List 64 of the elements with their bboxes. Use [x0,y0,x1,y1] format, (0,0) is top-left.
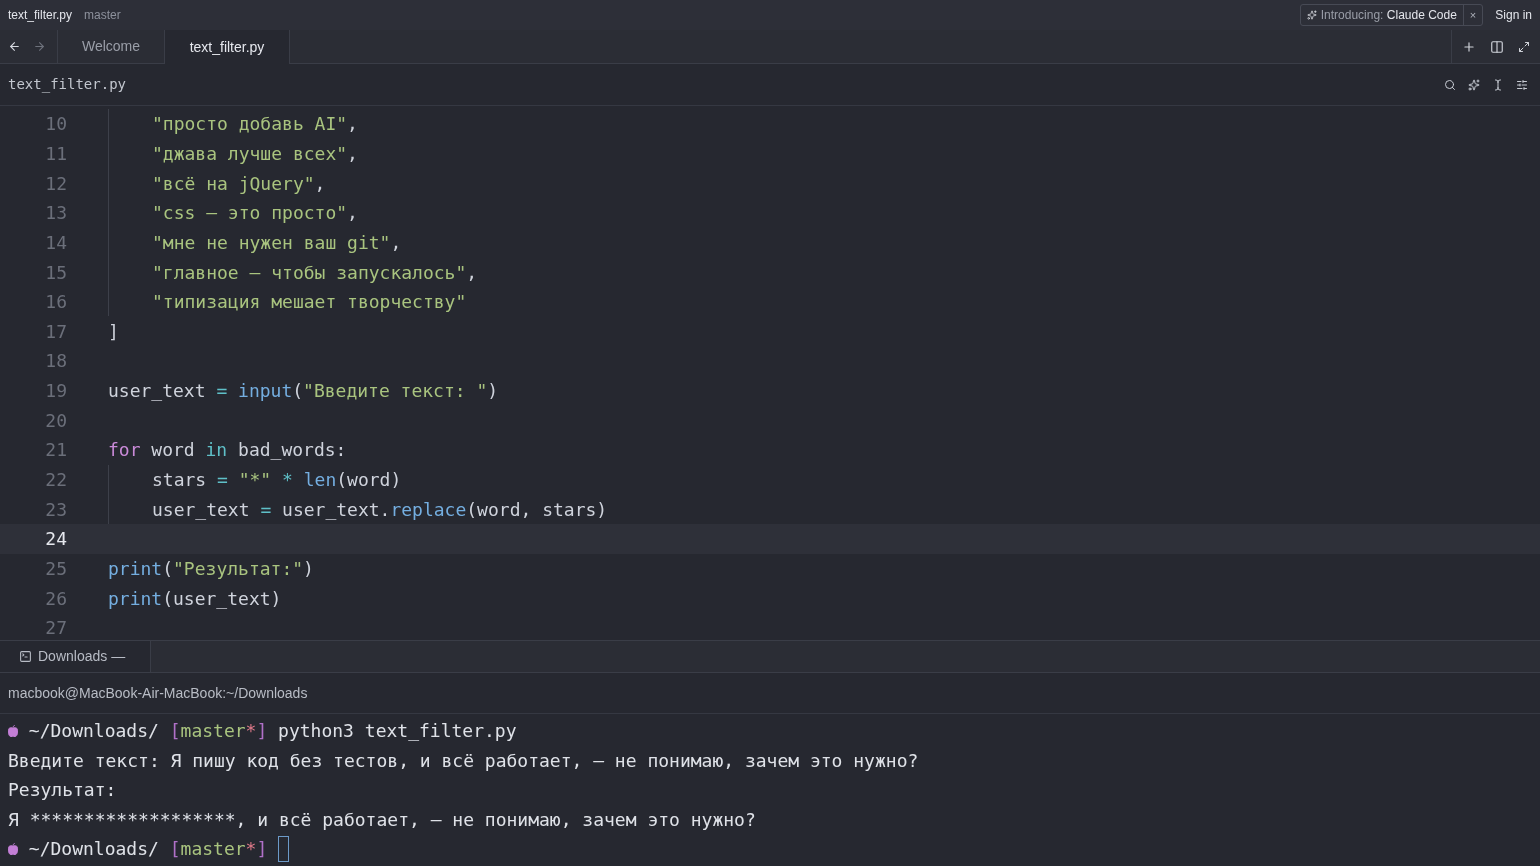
text-cursor-icon[interactable] [1492,78,1504,91]
promo-banner[interactable]: Introducing: Claude Code × [1299,4,1484,26]
settings-icon[interactable] [1516,78,1528,91]
search-icon[interactable] [1444,78,1456,91]
prompt-path: ~/Downloads/ [28,719,159,744]
code-line: "джава лучше всех", [152,141,358,166]
code-line: "css — это просто", [152,201,358,226]
line-number: 21 [44,438,67,463]
apple-icon [8,724,18,737]
line-number: 18 [44,349,67,374]
sparkle-icon [1306,10,1317,20]
expand-icon[interactable] [1518,40,1530,53]
terminal-output: Введите текст: Я пишу код без тестов, и всё работает, — не понимаю, зачем это нужно? [8,748,919,773]
line-number: 25 [44,556,67,581]
line-number: 10 [44,112,67,137]
terminal-command: python3 text_filter.py [278,719,517,744]
code-line: "всё на jQuery", [152,171,326,196]
line-number: 23 [44,497,67,522]
code-line: for word in bad_words: [108,438,347,463]
terminal-icon [19,650,32,663]
breadcrumb[interactable]: text_filter.py [8,74,126,95]
line-number: 11 [44,141,67,166]
editor-tab[interactable]: text_filter.py [165,30,290,64]
code-line: user_text = user_text.replace(word, stars) [152,497,608,522]
back-arrow-icon[interactable] [8,40,21,53]
branch-name[interactable]: master [84,6,121,24]
line-number: 22 [44,468,67,492]
git-branch: [master*] [169,837,268,862]
apple-icon [8,842,18,855]
terminal-title: macbook@MacBook-Air-MacBook:~/Downloads [8,683,308,703]
code-line: print("Результат:") [108,556,314,581]
close-button[interactable]: × [1462,5,1483,25]
prompt-path: ~/Downloads/ [28,837,159,862]
code-line: "главное — чтобы запускалось", [152,260,478,285]
line-number: 17 [44,319,67,344]
project-file-name[interactable]: text_filter.py [8,6,73,24]
code-line: stars = "*" * len(word) [152,468,402,492]
promo-text: Introducing: Claude Code [1320,7,1457,24]
code-line: print(user_text) [108,586,282,611]
line-number: 13 [44,201,67,226]
line-number: 19 [44,379,67,404]
line-number: 16 [44,290,67,315]
line-number: 12 [44,171,67,196]
code-line: "типизация мешает творчеству" [152,290,467,315]
sparkle-icon[interactable] [1468,78,1480,91]
terminal-tab[interactable]: Downloads — [0,641,151,672]
terminal-output: Я *******************, и всё работает, — не понимаю, зачем это нужно? [8,807,756,832]
line-number: 14 [44,230,67,255]
line-number: 27 [44,616,67,640]
code-line: "мне не нужен ваш git", [152,230,402,255]
line-number: 15 [44,260,67,285]
line-number: 26 [44,586,67,611]
terminal-cursor [278,835,290,862]
git-branch: [master*] [169,719,268,744]
code-line: "просто добавь AI", [152,112,358,137]
terminal-output: Результат: [8,778,117,803]
code-line: ] [108,319,119,344]
line-number: 24 [44,527,67,552]
forward-arrow-icon[interactable] [33,40,46,53]
code-line: user_text = input("Введите текст: ") [108,379,499,404]
split-view-icon[interactable] [1490,39,1504,54]
line-number: 20 [44,408,67,433]
sign-in-button[interactable]: Sign in [1495,6,1532,24]
plus-icon[interactable] [1462,39,1476,54]
